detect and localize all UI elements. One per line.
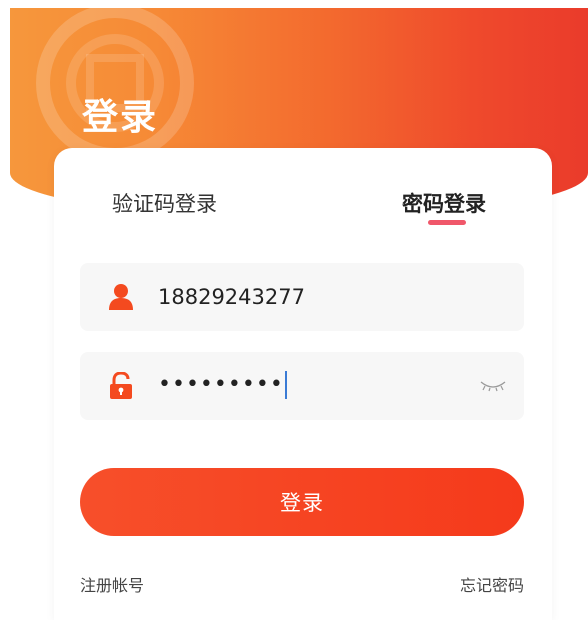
eye-closed-icon[interactable] <box>480 380 506 392</box>
password-input-value[interactable]: ••••••••• <box>158 370 284 400</box>
login-card: 验证码登录 密码登录 18829243277 ••••••••• 登录 注册帐号… <box>54 148 552 620</box>
register-link[interactable]: 注册帐号 <box>80 572 144 596</box>
password-field[interactable]: ••••••••• <box>80 352 524 420</box>
active-tab-indicator <box>428 220 466 225</box>
phone-field[interactable]: 18829243277 <box>80 263 524 331</box>
phone-input-value[interactable]: 18829243277 <box>158 283 305 311</box>
page-title: 登录 <box>82 97 159 138</box>
user-icon <box>109 284 133 310</box>
top-strip <box>0 0 588 8</box>
login-button[interactable]: 登录 <box>80 468 524 536</box>
tab-sms-login[interactable]: 验证码登录 <box>112 188 217 218</box>
tab-password-login[interactable]: 密码登录 <box>402 188 486 218</box>
lock-icon <box>110 372 132 399</box>
forgot-password-link[interactable]: 忘记密码 <box>460 572 524 596</box>
text-cursor <box>285 371 287 399</box>
